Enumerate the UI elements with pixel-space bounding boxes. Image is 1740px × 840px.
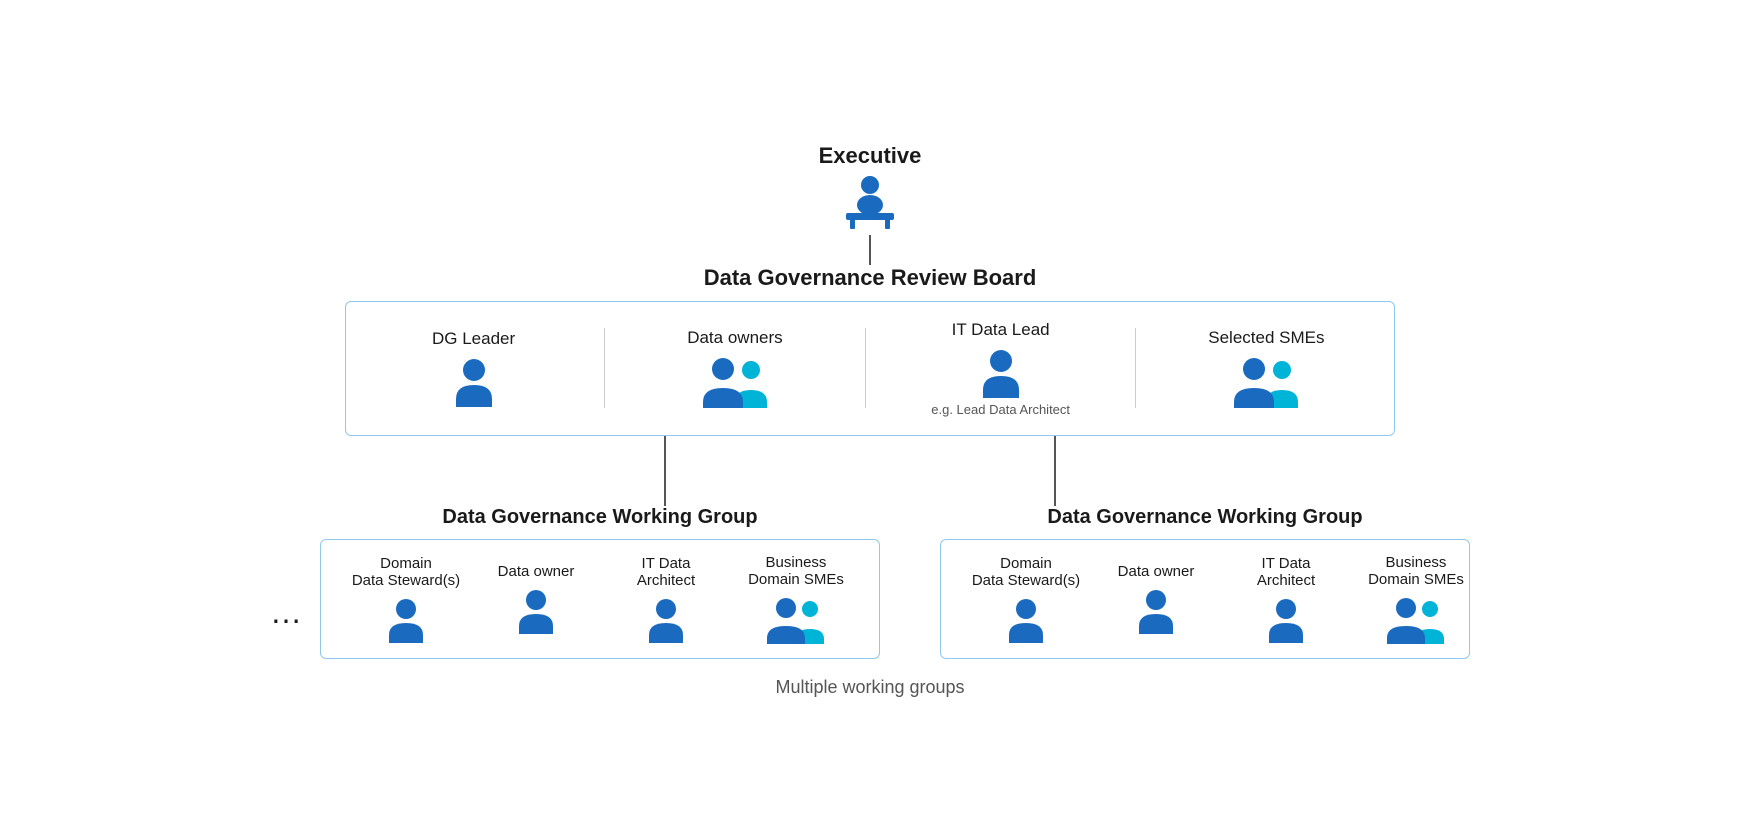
wg-left-label: Data Governance Working Group (442, 506, 757, 529)
wg-right-owner-icon (1136, 588, 1176, 634)
dg-leader-icon (452, 357, 496, 407)
wg-left-architect-label: IT Data Architect (637, 555, 695, 589)
executive-block: Executive (819, 143, 922, 235)
it-data-lead-item: IT Data Lead e.g. Lead Data Architect (931, 320, 1070, 417)
data-owners-icon (699, 356, 771, 408)
divider-1 (604, 328, 605, 408)
wg-right-smes-label: Business Domain SMEs (1368, 554, 1464, 588)
wg-right-box: Domain Data Steward(s) Data owner (940, 539, 1470, 659)
wg-right-label: Data Governance Working Group (1047, 506, 1362, 529)
divider-2 (865, 328, 866, 408)
wg-right-architect-icon (1266, 597, 1306, 643)
wg-left-owner-icon (516, 588, 556, 634)
divider-3 (1135, 328, 1136, 408)
wg-left-steward: Domain Data Steward(s) (341, 555, 471, 643)
executive-label: Executive (819, 143, 922, 169)
selected-smes-icon (1230, 356, 1302, 408)
wg-left-smes: Business Domain SMEs (731, 554, 861, 644)
wg-right-steward-label: Domain Data Steward(s) (972, 555, 1080, 589)
wg-right-owner: Data owner (1091, 563, 1221, 634)
wg-right-owner-label: Data owner (1118, 563, 1195, 580)
wg-left-owner: Data owner (471, 563, 601, 634)
conn-exec-to-board (869, 235, 871, 265)
selected-smes-label: Selected SMEs (1208, 328, 1324, 348)
wg-right-smes: Business Domain SMEs (1351, 554, 1481, 644)
review-board-label: Data Governance Review Board (704, 265, 1037, 291)
it-data-lead-label: IT Data Lead (952, 320, 1050, 340)
it-data-lead-sublabel: e.g. Lead Data Architect (931, 402, 1070, 417)
wg-left-architect-icon (646, 597, 686, 643)
wg-left-architect: IT Data Architect (601, 555, 731, 643)
wg-right-architect: IT Data Architect (1221, 555, 1351, 643)
wg-right-block: Data Governance Working Group Domain Dat… (940, 506, 1470, 659)
executive-icon (838, 175, 902, 235)
dots-label: … (270, 596, 302, 628)
wg-right-architect-label: IT Data Architect (1257, 555, 1315, 589)
org-diagram: Executive Data Governance Review Board D… (170, 143, 1570, 698)
wg-left-box: Domain Data Steward(s) Data owner (320, 539, 880, 659)
wg-right-smes-icon (1384, 596, 1449, 644)
wg-left-steward-icon (386, 597, 426, 643)
review-board-box: DG Leader Data owners IT Da (345, 301, 1395, 436)
wg-right-steward: Domain Data Steward(s) (961, 555, 1091, 643)
wg-left-smes-icon (764, 596, 829, 644)
wg-left-block: Data Governance Working Group Domain Dat… (320, 506, 880, 659)
data-owners-item: Data owners (670, 328, 800, 408)
dg-leader-item: DG Leader (409, 329, 539, 407)
wg-left-owner-label: Data owner (498, 563, 575, 580)
split-connector (345, 436, 1395, 506)
dg-leader-label: DG Leader (432, 329, 515, 349)
data-owners-label: Data owners (687, 328, 782, 348)
selected-smes-item: Selected SMEs (1201, 328, 1331, 408)
wg-left-smes-label: Business Domain SMEs (748, 554, 844, 588)
wg-left-steward-label: Domain Data Steward(s) (352, 555, 460, 589)
working-groups-row: … Data Governance Working Group Domain D… (170, 506, 1570, 659)
multiple-label: Multiple working groups (775, 677, 964, 698)
it-data-lead-icon (979, 348, 1023, 398)
wg-right-steward-icon (1006, 597, 1046, 643)
